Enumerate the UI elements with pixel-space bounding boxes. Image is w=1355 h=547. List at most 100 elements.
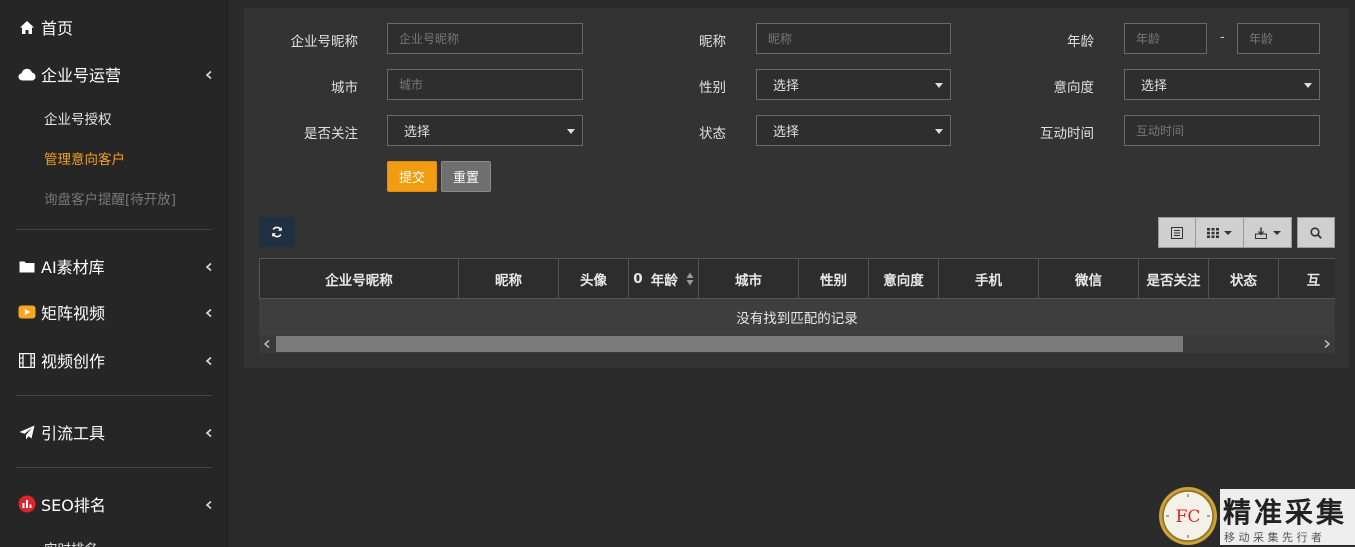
nickname-label: 昵称 (699, 34, 726, 50)
gender-select[interactable]: 选择 (756, 69, 951, 100)
col-gender[interactable]: 性别 (799, 259, 869, 298)
nickname-input[interactable] (756, 23, 951, 54)
caret-down-icon (1272, 230, 1281, 235)
dropdown-arrow-icon (1304, 83, 1312, 88)
intent-select[interactable]: 选择 (1124, 69, 1320, 100)
chevron-left-icon (204, 355, 214, 366)
gender-label: 性别 (699, 80, 726, 96)
scroll-right-icon[interactable] (1319, 336, 1335, 352)
dropdown-arrow-icon (935, 83, 943, 88)
home-icon (18, 18, 36, 36)
sort-icon (686, 272, 694, 285)
city-label: 城市 (331, 80, 358, 96)
col-age[interactable]: 0 年龄 (629, 259, 699, 298)
enterprise-nickname-input[interactable] (387, 23, 583, 54)
col-avatar[interactable]: 头像 (559, 259, 629, 298)
filter-panel: 企业号昵称 昵称 年龄 - 城市 性别 选择 意向度 选择 是否关注 选择 状态… (244, 8, 1349, 368)
logo-title: 精准采集 (1223, 496, 1347, 529)
status-label: 状态 (699, 126, 726, 142)
col-age-label: 年龄 (650, 272, 678, 289)
sidebar-divider (16, 395, 212, 396)
leads-table: 企业号昵称 昵称 头像 0 年龄 城市 性别 意向度 手机 微信 是否关注 状态… (259, 258, 1335, 353)
age-sort-prefix: 0 (633, 270, 643, 287)
chevron-left-icon (204, 307, 214, 318)
subnav-realtime-rank[interactable]: 实时排名 (44, 538, 98, 547)
chevron-left-icon (204, 427, 214, 438)
empty-message: 没有找到匹配的记录 (259, 299, 1335, 335)
nav-seo-rank-label: SEO排名 (41, 496, 106, 515)
followed-select[interactable]: 选择 (387, 115, 583, 146)
list-icon (1171, 226, 1183, 239)
cloud-icon (18, 65, 36, 83)
sidebar-divider (16, 467, 212, 468)
refresh-button[interactable] (259, 217, 295, 247)
col-intent[interactable]: 意向度 (869, 259, 939, 298)
search-icon (1310, 226, 1322, 239)
brand-logo: FC 精准采集 移 动 采 集 先 行 者 (1158, 486, 1355, 547)
film-icon (18, 351, 36, 369)
nav-ai-library[interactable]: AI素材库 (0, 251, 228, 281)
folder-icon (18, 257, 36, 275)
scroll-thumb[interactable] (276, 336, 1183, 352)
nav-ai-library-label: AI素材库 (41, 258, 105, 277)
col-status[interactable]: 状态 (1209, 259, 1279, 298)
scroll-left-icon[interactable] (259, 336, 275, 352)
nav-home[interactable]: 首页 (0, 12, 228, 42)
nav-matrix-video[interactable]: 矩阵视频 (0, 297, 228, 327)
horizontal-scrollbar[interactable] (259, 335, 1335, 353)
grid-icon (1207, 227, 1219, 238)
table-header: 企业号昵称 昵称 头像 0 年龄 城市 性别 意向度 手机 微信 是否关注 状态… (259, 258, 1335, 299)
age-range-separator: - (1220, 30, 1225, 45)
logo-badge: FC (1176, 507, 1201, 527)
intent-label: 意向度 (1053, 80, 1095, 96)
export-button[interactable] (1244, 218, 1291, 247)
chevron-left-icon (204, 499, 214, 510)
status-select[interactable]: 选择 (756, 115, 951, 146)
nav-enterprise-ops[interactable]: 企业号运营 (0, 59, 228, 89)
status-select-value: 选择 (773, 125, 800, 140)
nav-matrix-video-label: 矩阵视频 (41, 304, 106, 323)
subnav-inquiry-reminder[interactable]: 询盘客户提醒[待开放] (44, 188, 176, 208)
chevron-left-icon (204, 261, 214, 272)
col-nickname[interactable]: 昵称 (459, 259, 559, 298)
columns-button[interactable] (1196, 218, 1244, 247)
subnav-enterprise-auth[interactable]: 企业号授权 (44, 108, 112, 128)
refresh-icon (272, 226, 282, 238)
age-label: 年龄 (1067, 34, 1094, 50)
city-input[interactable] (387, 69, 583, 100)
nav-seo-rank[interactable]: SEO排名 (0, 489, 228, 519)
caret-down-icon (1224, 230, 1232, 235)
col-wechat[interactable]: 微信 (1039, 259, 1139, 298)
interact-time-label: 互动时间 (1040, 126, 1094, 142)
paper-plane-icon (18, 423, 36, 441)
col-enterprise-nickname[interactable]: 企业号昵称 (259, 259, 459, 298)
reset-button[interactable]: 重置 (441, 161, 491, 192)
col-followed[interactable]: 是否关注 (1139, 259, 1209, 298)
age-to-input[interactable] (1237, 23, 1320, 54)
enterprise-nickname-label: 企业号昵称 (290, 34, 359, 50)
toggle-view-button[interactable] (1159, 218, 1196, 247)
nav-traffic-tools[interactable]: 引流工具 (0, 417, 228, 447)
sidebar-divider (16, 229, 212, 230)
age-from-input[interactable] (1124, 23, 1207, 54)
submit-button[interactable]: 提交 (387, 161, 437, 192)
subnav-manage-leads[interactable]: 管理意向客户 (44, 148, 125, 168)
col-phone[interactable]: 手机 (939, 259, 1039, 298)
clock-logo-icon: FC 精准采集 移 动 采 集 先 行 者 (1159, 487, 1355, 545)
intent-select-value: 选择 (1141, 79, 1168, 94)
nav-home-label: 首页 (41, 19, 74, 38)
nav-enterprise-ops-label: 企业号运营 (41, 66, 122, 85)
interact-time-input[interactable] (1124, 115, 1320, 146)
followed-label: 是否关注 (304, 126, 358, 142)
chevron-left-icon (204, 69, 214, 80)
nav-video-creation[interactable]: 视频创作 (0, 345, 228, 375)
video-play-icon (18, 303, 36, 321)
bar-chart-icon (18, 495, 36, 513)
export-icon (1254, 227, 1267, 239)
sidebar: 首页 企业号运营 企业号授权 管理意向客户 询盘客户提醒[待开放] AI素材库 … (0, 0, 228, 547)
col-city[interactable]: 城市 (699, 259, 799, 298)
col-interaction[interactable]: 互 (1279, 259, 1335, 298)
search-button[interactable] (1298, 218, 1334, 247)
nav-traffic-tools-label: 引流工具 (41, 424, 106, 443)
search-toggle (1297, 217, 1335, 248)
